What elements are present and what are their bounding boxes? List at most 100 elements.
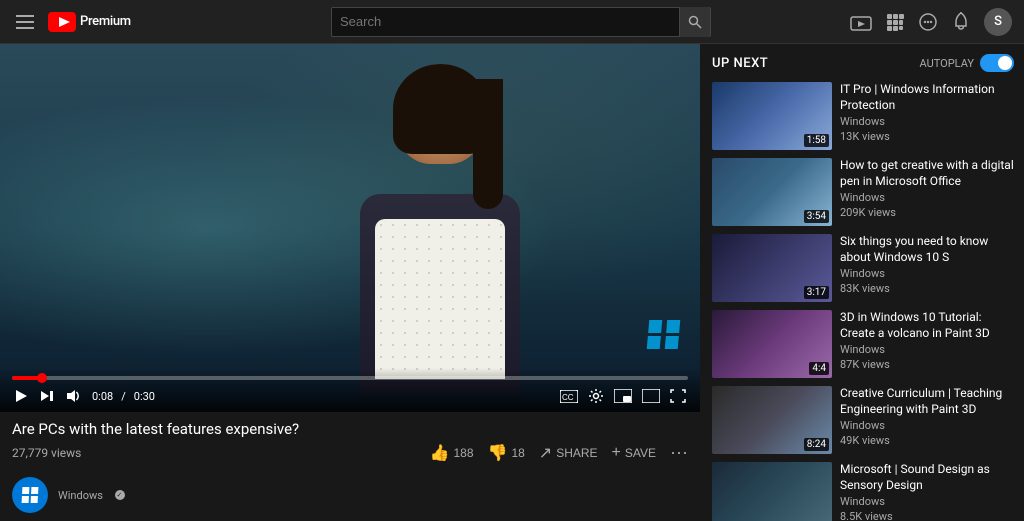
list-views-2: 83K views bbox=[840, 282, 1014, 295]
logo[interactable]: Premium bbox=[48, 12, 131, 32]
header: Premium bbox=[0, 0, 1024, 44]
list-item[interactable]: Microsoft | Sound Design as Sensory Desi… bbox=[712, 462, 1014, 521]
video-list-info-5: Microsoft | Sound Design as Sensory Desi… bbox=[840, 462, 1014, 521]
list-title-2: Six things you need to know about Window… bbox=[840, 234, 1014, 265]
thumb-duration-3: 4:4 bbox=[809, 362, 829, 375]
thumbnail-5 bbox=[712, 462, 832, 521]
list-item[interactable]: 3:54 How to get creative with a digital … bbox=[712, 158, 1014, 226]
verified-badge bbox=[115, 490, 125, 500]
video-title: Are PCs with the latest features expensi… bbox=[12, 420, 688, 438]
win-pane-3 bbox=[647, 336, 661, 349]
list-item[interactable]: 1:58 IT Pro | Windows Information Protec… bbox=[712, 82, 1014, 150]
channel-row: Windows bbox=[0, 471, 700, 521]
theater-button[interactable] bbox=[640, 387, 662, 405]
svg-text:CC: CC bbox=[562, 393, 574, 402]
youtube-icon bbox=[48, 12, 76, 32]
windows-logo-grid bbox=[647, 320, 682, 349]
hamburger-menu-icon[interactable] bbox=[12, 11, 38, 33]
search-bar bbox=[331, 7, 711, 37]
video-person bbox=[330, 64, 550, 404]
dislike-count: 18 bbox=[511, 446, 524, 460]
list-title-5: Microsoft | Sound Design as Sensory Desi… bbox=[840, 462, 1014, 493]
dislike-icon: 👎 bbox=[488, 443, 508, 463]
video-list-info-2: Six things you need to know about Window… bbox=[840, 234, 1014, 302]
list-channel-1: Windows bbox=[840, 191, 1014, 204]
win-pane-1 bbox=[648, 320, 662, 333]
thumbnail-4: 8:24 bbox=[712, 386, 832, 454]
video-stats: 27,779 views 👍 188 👎 18 ↗ SHARE bbox=[12, 442, 688, 463]
list-channel-4: Windows bbox=[840, 419, 1014, 432]
win-pane-4 bbox=[664, 336, 678, 349]
share-button[interactable]: ↗ SHARE bbox=[539, 443, 598, 463]
volume-button[interactable] bbox=[64, 387, 84, 405]
notifications-icon[interactable] bbox=[952, 12, 970, 32]
share-label: SHARE bbox=[556, 446, 597, 460]
thumbnail-0: 1:58 bbox=[712, 82, 832, 150]
play-button[interactable] bbox=[12, 387, 30, 405]
controls-right: CC bbox=[558, 386, 688, 406]
like-button[interactable]: 👍 188 bbox=[430, 443, 474, 463]
time-separator: / bbox=[121, 390, 126, 403]
more-options-button[interactable]: ··· bbox=[670, 442, 688, 463]
thumbnail-1: 3:54 bbox=[712, 158, 832, 226]
list-title-0: IT Pro | Windows Information Protection bbox=[840, 82, 1014, 113]
apps-icon[interactable] bbox=[886, 13, 904, 31]
search-icon bbox=[688, 15, 702, 29]
avatar[interactable]: S bbox=[984, 8, 1012, 36]
video-frame bbox=[0, 44, 700, 412]
list-views-3: 87K views bbox=[840, 358, 1014, 371]
list-channel-3: Windows bbox=[840, 343, 1014, 356]
time-display: 0:08 bbox=[92, 390, 113, 403]
autoplay-toggle[interactable] bbox=[980, 54, 1014, 72]
upload-icon[interactable] bbox=[850, 13, 872, 31]
wp-3 bbox=[22, 496, 29, 503]
dislike-button[interactable]: 👎 18 bbox=[488, 443, 525, 463]
header-left: Premium bbox=[12, 11, 192, 33]
thumb-bg-5 bbox=[712, 462, 832, 521]
video-controls: 0:08 / 0:30 CC bbox=[0, 368, 700, 412]
channel-name[interactable]: Windows bbox=[58, 489, 103, 502]
list-title-1: How to get creative with a digital pen i… bbox=[840, 158, 1014, 189]
search-input[interactable] bbox=[340, 14, 673, 29]
fullscreen-button[interactable] bbox=[668, 387, 688, 405]
search-button[interactable] bbox=[679, 7, 710, 37]
autoplay-label: AUTOPLAY bbox=[920, 57, 974, 70]
premium-label: Premium bbox=[80, 14, 131, 29]
video-list-info-0: IT Pro | Windows Information Protection … bbox=[840, 82, 1014, 150]
person-shirt bbox=[375, 219, 505, 379]
channel-avatar[interactable] bbox=[12, 477, 48, 513]
progress-bar[interactable] bbox=[12, 376, 688, 380]
save-button[interactable]: + SAVE bbox=[612, 444, 656, 462]
miniplayer-button[interactable] bbox=[612, 387, 634, 405]
messages-icon[interactable] bbox=[918, 13, 938, 31]
list-title-4: Creative Curriculum | Teaching Engineeri… bbox=[840, 386, 1014, 417]
shirt-dots bbox=[375, 219, 505, 379]
list-channel-5: Windows bbox=[840, 495, 1014, 508]
video-info: Are PCs with the latest features expensi… bbox=[0, 412, 700, 471]
next-button[interactable] bbox=[38, 387, 56, 405]
list-item[interactable]: 3:17 Six things you need to know about W… bbox=[712, 234, 1014, 302]
thumb-duration-4: 8:24 bbox=[804, 438, 829, 451]
captions-button[interactable]: CC bbox=[558, 388, 580, 405]
list-item[interactable]: 4:4 3D in Windows 10 Tutorial: Create a … bbox=[712, 310, 1014, 378]
windows-logo-overlay bbox=[648, 320, 680, 352]
list-item[interactable]: 8:24 Creative Curriculum | Teaching Engi… bbox=[712, 386, 1014, 454]
controls-row: 0:08 / 0:30 CC bbox=[12, 386, 688, 406]
list-views-4: 49K views bbox=[840, 434, 1014, 447]
action-buttons: 👍 188 👎 18 ↗ SHARE + SAVE · bbox=[430, 442, 688, 463]
settings-button[interactable] bbox=[586, 386, 606, 406]
youtube-logo bbox=[48, 12, 76, 32]
list-channel-2: Windows bbox=[840, 267, 1014, 280]
video-list-info-4: Creative Curriculum | Teaching Engineeri… bbox=[840, 386, 1014, 454]
win-pane-2 bbox=[666, 320, 680, 333]
person-hair-side bbox=[473, 79, 503, 209]
wp-4 bbox=[31, 496, 38, 503]
up-next-title: Up next bbox=[712, 56, 768, 71]
autoplay-row: AUTOPLAY bbox=[920, 54, 1014, 72]
thumbnail-2: 3:17 bbox=[712, 234, 832, 302]
save-label: SAVE bbox=[625, 446, 656, 460]
video-player[interactable]: 0:08 / 0:30 CC bbox=[0, 44, 700, 412]
wp-1 bbox=[22, 487, 29, 494]
like-count: 188 bbox=[453, 446, 473, 460]
channel-logo bbox=[22, 487, 39, 503]
